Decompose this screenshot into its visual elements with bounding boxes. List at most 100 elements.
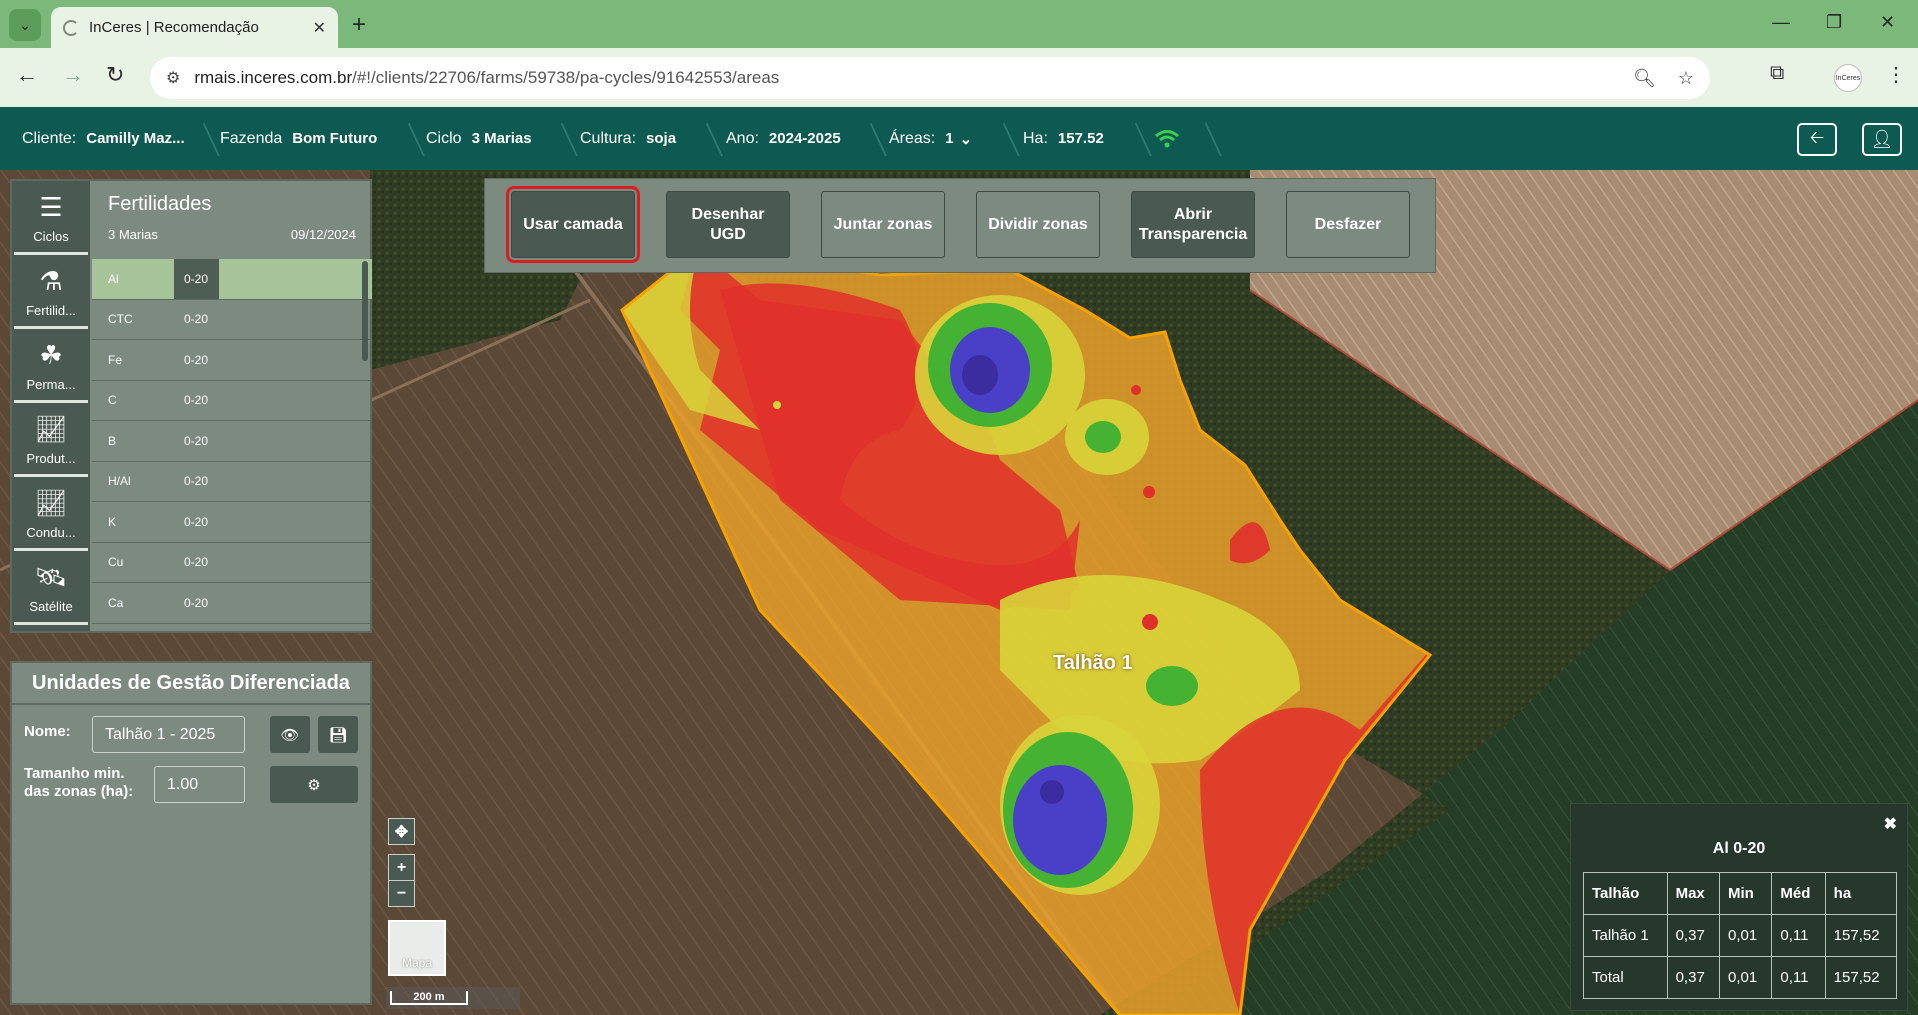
view-button[interactable]: 👁︎ xyxy=(270,716,310,753)
tab-search-button[interactable]: ⌄ xyxy=(9,9,41,41)
restore-icon[interactable]: ❐ xyxy=(1826,12,1842,33)
breadcrumb-cliente[interactable]: Cliente: Camilly Maz... xyxy=(22,107,185,170)
user-button[interactable]: 👤︎ xyxy=(1862,123,1902,156)
row-name: B xyxy=(108,433,117,448)
stats-table: Talhão Max Min Méd ha Talhão 1 0,37 0,01… xyxy=(1583,872,1898,999)
cultura-label: Cultura: xyxy=(580,129,637,147)
row-depth: 0-20 xyxy=(184,393,209,408)
tamanho-input[interactable] xyxy=(154,766,245,803)
bookmark-star-icon[interactable]: ☆ xyxy=(1678,68,1694,89)
save-button[interactable]: 💾︎ xyxy=(318,716,358,753)
list-item-ctc[interactable]: CTC 0-20 xyxy=(92,300,372,340)
zoom-out-button[interactable]: − xyxy=(388,880,415,907)
reload-icon[interactable]: ↻ xyxy=(106,62,124,88)
zoom-in-button[interactable]: + xyxy=(388,854,415,881)
close-icon[interactable]: ✖ xyxy=(1884,814,1897,834)
browser-tab[interactable]: InCeres | Recomendação ✕ xyxy=(51,7,338,48)
tamanho-label-line1: Tamanho min. xyxy=(24,765,125,782)
list-item-al[interactable]: Al 0-20 xyxy=(92,259,372,300)
cliente-value: Camilly Maz... xyxy=(86,130,185,147)
list-scrollbar[interactable] xyxy=(362,261,368,361)
breadcrumb-ano[interactable]: Ano: 2024-2025 xyxy=(726,107,841,170)
breadcrumb-fazenda[interactable]: Fazenda Bom Futuro xyxy=(220,107,377,170)
move-arrows-icon: ✥ xyxy=(394,823,409,841)
row-depth: 0-20 xyxy=(184,514,209,529)
cell: 0,01 xyxy=(1718,956,1773,999)
back-arrow-button[interactable]: 🡠 xyxy=(1797,123,1837,156)
col-max: Max xyxy=(1666,872,1720,915)
row-depth: 0-20 xyxy=(184,312,209,327)
row-depth: 0-20 xyxy=(174,259,219,299)
map-layer-toggle[interactable]: Mapa xyxy=(388,920,446,976)
list-item-k[interactable]: K 0-20 xyxy=(92,502,372,543)
address-bar[interactable]: ⚙ rmais.inceres.com.br/#!/clients/22706/… xyxy=(150,57,1710,99)
list-item-ca[interactable]: Ca 0-20 xyxy=(92,583,372,624)
extensions-icon[interactable]: ⧉ xyxy=(1770,62,1784,85)
areas-value: 1 xyxy=(945,130,954,147)
table-row: Talhão 1 0,37 0,01 0,11 157,52 xyxy=(1583,914,1898,957)
desenhar-ugd-button[interactable]: Desenhar UGD xyxy=(666,191,790,258)
nav-condutividade[interactable]: 📈︎ Condu... xyxy=(14,479,88,551)
cultura-value: soja xyxy=(646,130,677,147)
pan-button[interactable]: ✥ xyxy=(388,818,415,845)
forward-icon[interactable]: → xyxy=(62,62,84,88)
chevron-down-icon: ⌄ xyxy=(19,16,31,33)
minimize-icon[interactable]: — xyxy=(1772,12,1790,33)
row-depth: 0-20 xyxy=(184,352,209,367)
fazenda-value: Bom Futuro xyxy=(292,130,378,147)
juntar-zonas-button[interactable]: Juntar zonas xyxy=(821,191,945,258)
plants-icon: ☘ xyxy=(39,340,63,370)
areas-label: Áreas: xyxy=(889,129,936,147)
menu-kebab-icon[interactable]: ⋮ xyxy=(1886,62,1906,87)
list-item-hal[interactable]: H/Al 0-20 xyxy=(92,462,372,502)
ciclo-value: 3 Marias xyxy=(471,130,532,147)
settings-button[interactable]: ⚙ xyxy=(270,766,358,803)
nav-permanentes[interactable]: ☘ Perma... xyxy=(14,331,88,403)
nome-input[interactable] xyxy=(92,716,245,753)
scale-label: 200 m xyxy=(390,991,468,1005)
ugd-title: Unidades de Gestão Diferenciada xyxy=(12,663,370,705)
new-tab-button[interactable]: + xyxy=(352,11,366,39)
list-item-c[interactable]: C 0-20 xyxy=(92,381,372,421)
site-info-icon[interactable]: ⚙ xyxy=(166,68,180,88)
breadcrumb-ha: Ha: 157.52 xyxy=(1023,107,1104,170)
cell: Total xyxy=(1583,956,1668,999)
cliente-label: Cliente: xyxy=(22,129,77,147)
abrir-transparencia-button[interactable]: Abrir Transparencia xyxy=(1131,191,1255,258)
nav-condutividade-label: Condu... xyxy=(26,525,76,540)
fertilidades-panel: ☰ Ciclos ⚗ Fertilid... ☘ Perma... 📈︎ Produt.… xyxy=(10,179,372,633)
table-row: Total 0,37 0,01 0,11 157,52 xyxy=(1583,956,1898,999)
field-label[interactable]: Talhão 1 xyxy=(1053,652,1133,675)
breadcrumb-ciclo[interactable]: Ciclo 3 Marias xyxy=(426,107,532,170)
nav-ciclos[interactable]: ☰ Ciclos xyxy=(14,183,88,255)
ugd-panel: Unidades de Gestão Diferenciada Nome: 👁︎… xyxy=(10,661,372,1005)
col-ha: ha xyxy=(1824,872,1898,915)
dividir-zonas-button[interactable]: Dividir zonas xyxy=(976,191,1100,258)
list-item-cu[interactable]: Cu 0-20 xyxy=(92,543,372,583)
tab-title: InCeres | Recomendação xyxy=(89,19,259,36)
ha-value: 157.52 xyxy=(1057,130,1104,147)
row-name: Cu xyxy=(108,555,124,570)
nav-fertilidades[interactable]: ⚗ Fertilid... xyxy=(14,257,88,329)
app-header: Cliente: Camilly Maz... Fazenda Bom Futuro… xyxy=(0,107,1918,170)
close-tab-icon[interactable]: ✕ xyxy=(313,18,326,38)
row-depth: 0-20 xyxy=(184,555,209,570)
scale-bar: 200 m xyxy=(386,987,520,1009)
abrir-line2: Transparencia xyxy=(1138,225,1248,243)
usar-camada-button[interactable]: Usar camada xyxy=(506,186,640,263)
nome-label: Nome: xyxy=(24,723,71,740)
desfazer-button[interactable]: Desfazer xyxy=(1286,191,1410,258)
list-item-b[interactable]: B 0-20 xyxy=(92,421,372,462)
zoom-icon[interactable]: 🔍︎ xyxy=(1633,68,1656,89)
wifi-icon xyxy=(1154,107,1180,170)
back-icon[interactable]: ← xyxy=(16,62,38,88)
nav-produtividade[interactable]: 📈︎ Produt... xyxy=(14,405,88,477)
list-item-fe[interactable]: Fe 0-20 xyxy=(92,340,372,381)
close-window-icon[interactable]: ✕ xyxy=(1880,12,1895,33)
nav-satelite[interactable]: 🛰︎ Satélite xyxy=(14,553,88,625)
profile-avatar[interactable]: InCeres xyxy=(1834,64,1862,92)
url-path: /#!/clients/22706/farms/59738/pa-cycles/… xyxy=(352,68,780,87)
breadcrumb-cultura[interactable]: Cultura: soja xyxy=(580,107,676,170)
breadcrumb-areas[interactable]: Áreas: 1 ⌄ xyxy=(889,107,972,170)
cell: 0,01 xyxy=(1718,914,1773,957)
